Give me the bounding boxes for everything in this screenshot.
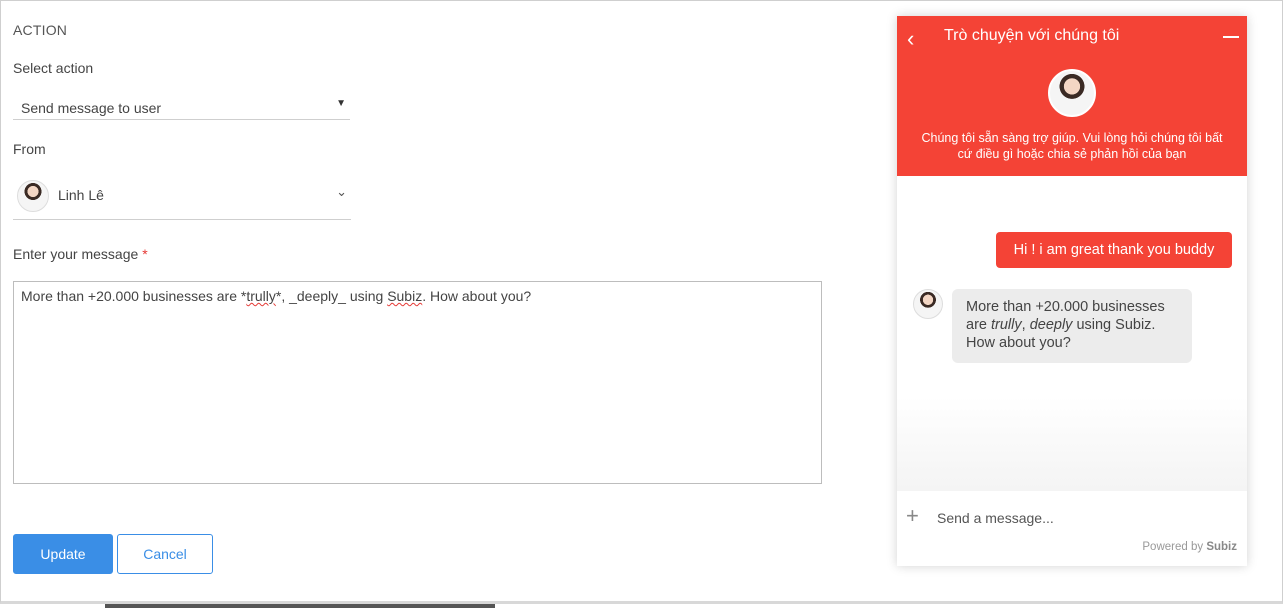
chat-widget: ‹ Trò chuyện với chúng tôi Chúng tôi sẵn… bbox=[897, 16, 1247, 566]
minimize-icon[interactable] bbox=[1223, 36, 1239, 38]
chat-header: ‹ Trò chuyện với chúng tôi Chúng tôi sẵn… bbox=[897, 16, 1247, 176]
caret-down-icon: ▼ bbox=[336, 98, 346, 109]
message-input[interactable]: Send a message... bbox=[937, 510, 1054, 526]
cancel-button[interactable]: Cancel bbox=[117, 534, 213, 574]
message-text: , bbox=[1021, 317, 1030, 333]
italic-text: trully bbox=[991, 317, 1022, 333]
chat-messages[interactable]: Hi ! i am great thank you buddy More tha… bbox=[897, 176, 1247, 491]
message-text: . How about you? bbox=[422, 288, 532, 304]
action-select[interactable]: Send message to user ▼ bbox=[13, 92, 350, 120]
powered-by: Powered by Subiz bbox=[1142, 541, 1237, 553]
select-action-label: Select action bbox=[13, 60, 94, 76]
chat-input-area: + Send a message... Powered by Subiz bbox=[897, 491, 1247, 566]
message-textarea[interactable]: More than +20.000 businesses are *trully… bbox=[13, 281, 822, 484]
action-select-value: Send message to user bbox=[21, 100, 162, 116]
misspelled-word: Subiz bbox=[387, 288, 423, 304]
back-arrow-icon[interactable]: ‹ bbox=[907, 28, 914, 50]
section-title: ACTION bbox=[13, 22, 68, 38]
from-select[interactable]: Linh Lê ⌄ bbox=[13, 172, 351, 220]
powered-by-text: Powered by bbox=[1142, 541, 1207, 553]
italic-text: deeply bbox=[1029, 317, 1073, 333]
message-label-text: Enter your message bbox=[13, 246, 139, 262]
from-value: Linh Lê bbox=[58, 187, 104, 203]
chat-tagline: Chúng tôi sẵn sàng trợ giúp. Vui lòng hỏ… bbox=[921, 131, 1223, 161]
message-label: Enter your message * bbox=[13, 246, 148, 262]
message-text: *, _deeply_ using bbox=[275, 288, 388, 304]
bottom-scrollbar bbox=[105, 604, 495, 608]
brand-name: Subiz bbox=[1206, 541, 1237, 553]
agent-avatar bbox=[17, 180, 49, 212]
from-label: From bbox=[13, 141, 46, 157]
chevron-down-icon: ⌄ bbox=[336, 184, 347, 199]
outgoing-message: Hi ! i am great thank you buddy bbox=[996, 232, 1232, 268]
incoming-message: More than +20.000 businesses are trully,… bbox=[952, 289, 1192, 363]
required-mark: * bbox=[142, 246, 148, 262]
plus-icon[interactable]: + bbox=[906, 505, 919, 527]
misspelled-word: trully bbox=[246, 288, 276, 304]
chat-title: Trò chuyện với chúng tôi bbox=[944, 27, 1120, 44]
agent-avatar bbox=[913, 289, 943, 319]
agent-avatar bbox=[1048, 69, 1096, 117]
update-button[interactable]: Update bbox=[13, 534, 113, 574]
message-text: More than +20.000 businesses are * bbox=[21, 288, 247, 304]
